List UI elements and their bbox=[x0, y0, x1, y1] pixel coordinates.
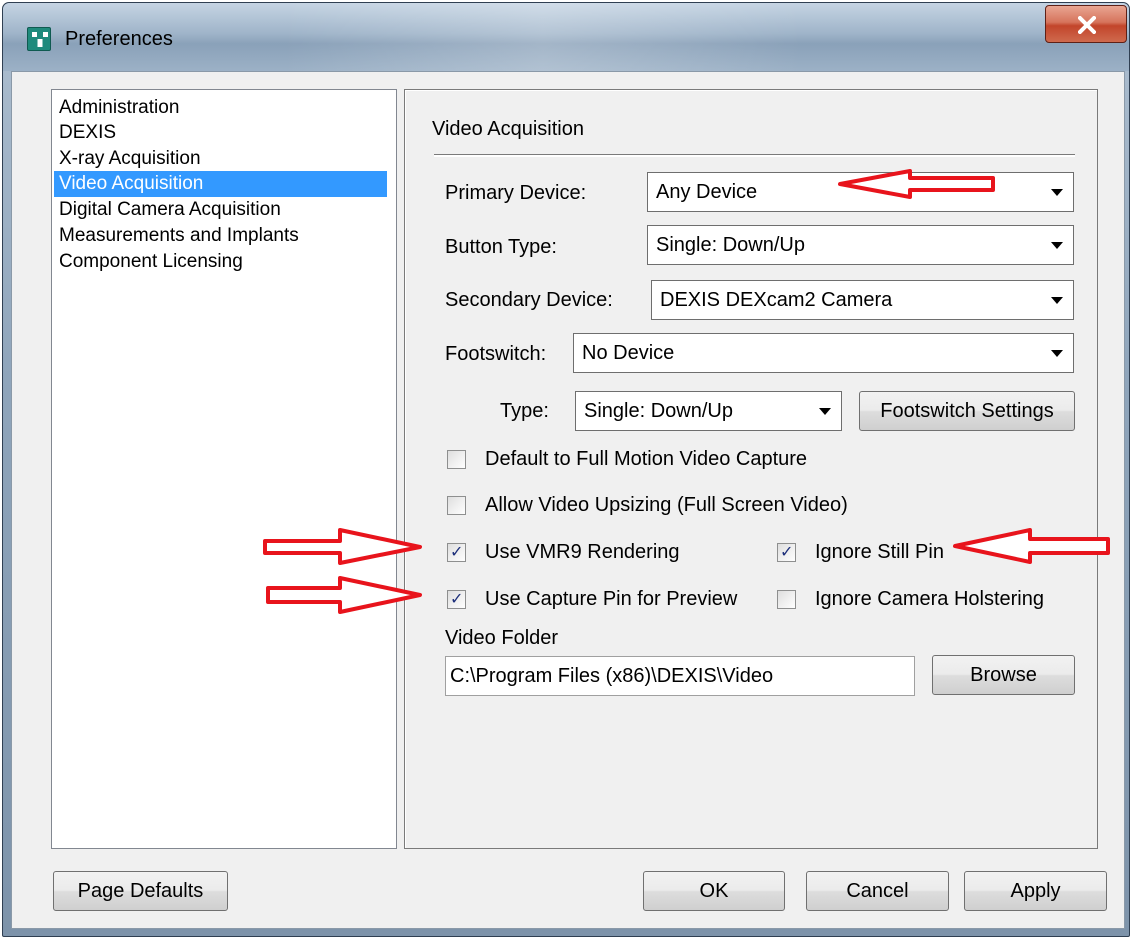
primary-device-select[interactable]: Any Device bbox=[647, 172, 1074, 212]
nav-item-measurements-and-implants[interactable]: Measurements and Implants bbox=[54, 223, 387, 249]
checkmark-icon: ✓ bbox=[780, 544, 794, 561]
type-select[interactable]: Single: Down/Up bbox=[575, 391, 842, 431]
primary-device-value: Any Device bbox=[656, 181, 758, 203]
section-divider bbox=[434, 154, 1075, 157]
nav-item-video-acquisition[interactable]: Video Acquisition bbox=[54, 171, 387, 197]
nav-item-dexis[interactable]: DEXIS bbox=[54, 120, 387, 146]
chevron-down-icon bbox=[1051, 297, 1063, 304]
video-folder-label: Video Folder bbox=[445, 627, 559, 649]
ok-button[interactable]: OK bbox=[643, 871, 785, 911]
app-icon bbox=[27, 27, 51, 51]
still-pin-label: Ignore Still Pin bbox=[815, 541, 944, 563]
dialog-client-area: Administration DEXIS X-ray Acquisition V… bbox=[11, 71, 1125, 929]
video-acquisition-panel: Video Acquisition Primary Device: Any De… bbox=[404, 89, 1098, 849]
title-bar-glass bbox=[283, 3, 803, 71]
button-type-value: Single: Down/Up bbox=[656, 234, 805, 256]
window-title: Preferences bbox=[65, 28, 173, 50]
nav-item-digital-camera-acquisition[interactable]: Digital Camera Acquisition bbox=[54, 197, 387, 223]
still-pin-checkbox[interactable]: ✓ bbox=[777, 543, 796, 562]
chevron-down-icon bbox=[1051, 242, 1063, 249]
nav-item-administration[interactable]: Administration bbox=[54, 95, 387, 121]
nav-item-component-licensing[interactable]: Component Licensing bbox=[54, 249, 387, 275]
primary-device-label: Primary Device: bbox=[445, 182, 587, 204]
video-folder-input[interactable]: C:\Program Files (x86)\DEXIS\Video bbox=[445, 656, 915, 696]
vmr9-checkbox[interactable]: ✓ bbox=[447, 543, 466, 562]
section-title: Video Acquisition bbox=[432, 118, 584, 140]
chevron-down-icon bbox=[819, 408, 831, 415]
vmr9-label: Use VMR9 Rendering bbox=[485, 541, 680, 563]
checkmark-icon: ✓ bbox=[450, 544, 464, 561]
preferences-category-list[interactable]: Administration DEXIS X-ray Acquisition V… bbox=[51, 89, 397, 849]
upsizing-checkbox[interactable] bbox=[447, 496, 466, 515]
footswitch-select[interactable]: No Device bbox=[573, 333, 1074, 373]
footswitch-label: Footswitch: bbox=[445, 343, 547, 365]
upsizing-label: Allow Video Upsizing (Full Screen Video) bbox=[485, 494, 848, 516]
close-icon bbox=[1078, 16, 1096, 34]
holstering-label: Ignore Camera Holstering bbox=[815, 588, 1044, 610]
title-bar[interactable]: Preferences bbox=[3, 3, 1129, 71]
button-type-label: Button Type: bbox=[445, 236, 557, 258]
type-label: Type: bbox=[500, 400, 549, 422]
apply-button[interactable]: Apply bbox=[964, 871, 1107, 911]
footswitch-value: No Device bbox=[582, 342, 675, 364]
holstering-checkbox[interactable] bbox=[777, 590, 796, 609]
button-type-select[interactable]: Single: Down/Up bbox=[647, 225, 1074, 265]
browse-button[interactable]: Browse bbox=[932, 655, 1075, 695]
chevron-down-icon bbox=[1051, 189, 1063, 196]
close-button[interactable] bbox=[1045, 5, 1127, 43]
cancel-button[interactable]: Cancel bbox=[806, 871, 949, 911]
chevron-down-icon bbox=[1051, 350, 1063, 357]
secondary-device-label: Secondary Device: bbox=[445, 289, 613, 311]
footswitch-settings-button[interactable]: Footswitch Settings bbox=[859, 391, 1075, 431]
full-motion-checkbox[interactable] bbox=[447, 450, 466, 469]
page-defaults-button[interactable]: Page Defaults bbox=[53, 871, 228, 911]
capture-pin-label: Use Capture Pin for Preview bbox=[485, 588, 738, 610]
capture-pin-checkbox[interactable]: ✓ bbox=[447, 590, 466, 609]
secondary-device-value: DEXIS DEXcam2 Camera bbox=[660, 289, 893, 311]
secondary-device-select[interactable]: DEXIS DEXcam2 Camera bbox=[651, 280, 1074, 320]
preferences-window: Preferences Administration DEXIS X-ray A… bbox=[2, 2, 1130, 937]
full-motion-label: Default to Full Motion Video Capture bbox=[485, 448, 808, 470]
nav-item-xray-acquisition[interactable]: X-ray Acquisition bbox=[54, 146, 387, 172]
type-value: Single: Down/Up bbox=[584, 400, 733, 422]
checkmark-icon: ✓ bbox=[450, 591, 464, 608]
